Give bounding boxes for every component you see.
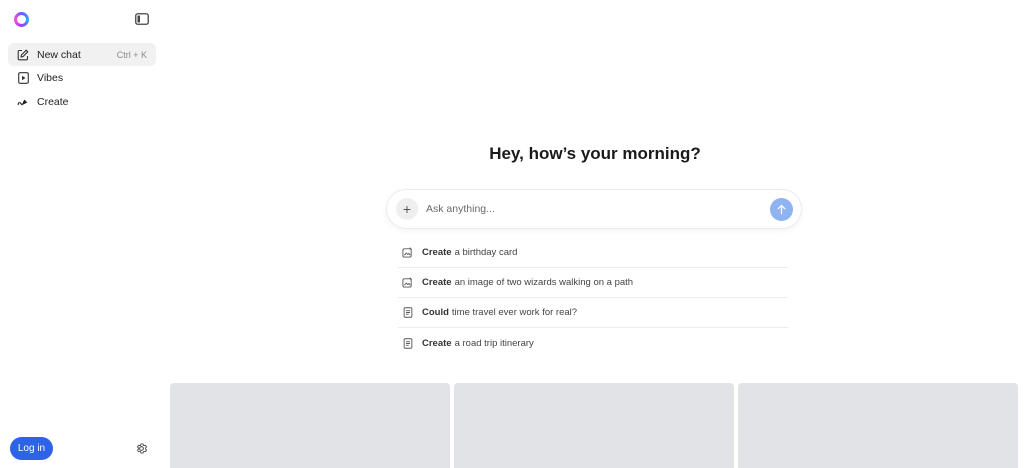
- composer: +: [387, 190, 801, 228]
- suggestion-text: a birthday card: [454, 247, 518, 258]
- play-square-icon: [17, 72, 29, 84]
- sidebar-item-label: Vibes: [37, 72, 64, 84]
- sidebar-toggle-icon[interactable]: [134, 12, 150, 26]
- suggestion-verb: Create: [422, 337, 452, 349]
- suggestion-item[interactable]: Create a birthday card: [398, 238, 788, 268]
- arrow-up-icon: [777, 204, 786, 214]
- send-button[interactable]: [770, 197, 793, 221]
- app-root: New chat Ctrl + K Vibes Create Log in He…: [0, 0, 1024, 468]
- sidebar: New chat Ctrl + K Vibes Create Log in: [0, 0, 164, 468]
- sidebar-nav: New chat Ctrl + K Vibes Create: [8, 43, 156, 114]
- suggestion-text: an image of two wizards walking on a pat…: [454, 277, 634, 288]
- suggestion-verb: Create: [422, 247, 452, 258]
- suggestion-list: Create a birthday card Create an image o…: [398, 238, 788, 358]
- discover-cards: [170, 383, 1019, 468]
- greeting-heading: Hey, how’s your morning?: [489, 144, 701, 163]
- image-edit-icon: [402, 247, 413, 258]
- gear-icon[interactable]: [135, 442, 148, 455]
- image-edit-icon: [402, 277, 413, 288]
- sidebar-item-label: New chat: [37, 48, 81, 61]
- suggestion-item[interactable]: Create an image of two wizards walking o…: [398, 268, 788, 298]
- document-icon: [402, 337, 413, 349]
- suggestion-verb: Create: [422, 277, 452, 288]
- suggestion-text: time travel ever work for real?: [451, 307, 578, 318]
- brush-icon: [17, 96, 29, 108]
- content-card-placeholder[interactable]: [454, 383, 734, 468]
- suggestion-item[interactable]: Could time travel ever work for real?: [398, 298, 788, 328]
- suggestion-verb: Could: [422, 307, 449, 318]
- ask-input[interactable]: [426, 203, 770, 215]
- sidebar-item-label: Create: [37, 95, 69, 108]
- suggestion-item[interactable]: Create a road trip itinerary: [398, 328, 788, 358]
- sidebar-item-create[interactable]: Create: [8, 90, 156, 113]
- content-card-placeholder[interactable]: [738, 383, 1018, 468]
- copilot-logo[interactable]: [14, 12, 29, 27]
- login-button[interactable]: Log in: [10, 437, 53, 460]
- edit-icon: [17, 49, 29, 61]
- keyboard-shortcut: Ctrl + K: [116, 49, 147, 60]
- content-card-placeholder[interactable]: [170, 383, 450, 468]
- add-attachment-button[interactable]: +: [396, 198, 418, 220]
- sidebar-item-new-chat[interactable]: New chat Ctrl + K: [8, 43, 156, 66]
- suggestion-text: a road trip itinerary: [454, 337, 534, 349]
- plus-icon: +: [402, 201, 412, 217]
- sidebar-item-vibes[interactable]: Vibes: [8, 67, 156, 90]
- document-icon: [402, 307, 413, 318]
